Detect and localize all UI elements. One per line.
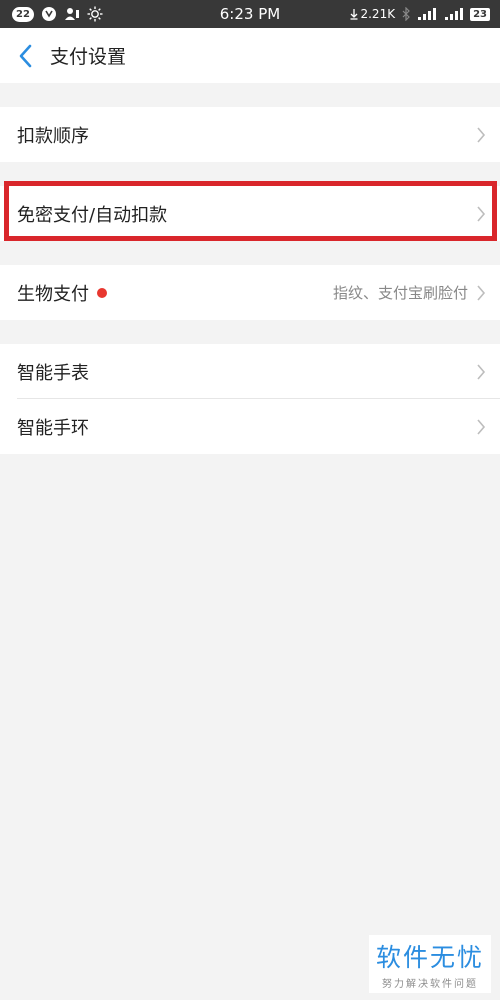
- status-bar: 22 6:23 PM 2.21K 23: [0, 0, 500, 28]
- new-badge-dot: [97, 287, 107, 298]
- notification-count-badge: 22: [12, 6, 34, 22]
- smartwatch-item[interactable]: 智能手表: [0, 344, 500, 399]
- status-left: 22: [12, 6, 103, 22]
- watermark-title: 软件无忧: [375, 943, 484, 972]
- settings-group-wearables: 智能手表 智能手环: [0, 344, 500, 454]
- chevron-right-icon: [476, 126, 486, 144]
- brightness-icon: [87, 6, 103, 22]
- app-notification-icon: [41, 6, 57, 22]
- chevron-right-icon: [476, 284, 486, 302]
- settings-group-deduction: 扣款顺序: [0, 107, 500, 162]
- bluetooth-icon: [402, 7, 411, 21]
- battery-level: 23: [470, 7, 490, 21]
- download-arrow-icon: [350, 8, 358, 20]
- smartband-item[interactable]: 智能手环: [0, 399, 500, 454]
- watermark-logo: 软件无忧 努力解决软件问题: [369, 935, 491, 993]
- network-speed: 2.21K: [360, 7, 396, 21]
- page-title: 支付设置: [50, 46, 127, 68]
- smartband-label: 智能手环: [17, 417, 89, 439]
- deduction-order-label: 扣款顺序: [17, 125, 89, 147]
- biometric-pay-item[interactable]: 生物支付 指纹、支付宝刷脸付: [0, 265, 500, 320]
- contacts-icon: [64, 7, 80, 21]
- chevron-left-icon: [19, 44, 32, 67]
- deduction-order-item[interactable]: 扣款顺序: [0, 107, 500, 162]
- signal-icon: [418, 8, 438, 20]
- back-button[interactable]: [0, 28, 50, 83]
- nav-header: 支付设置: [0, 28, 500, 83]
- chevron-right-icon: [476, 363, 486, 381]
- status-right: 2.21K 23: [350, 7, 490, 21]
- highlight-box: [4, 181, 497, 241]
- settings-group-biometric: 生物支付 指纹、支付宝刷脸付: [0, 265, 500, 320]
- biometric-pay-subtitle: 指纹、支付宝刷脸付: [332, 284, 468, 302]
- smartwatch-label: 智能手表: [17, 362, 89, 384]
- biometric-pay-label: 生物支付: [17, 283, 89, 305]
- watermark-subtitle: 努力解决软件问题: [382, 979, 478, 990]
- chevron-right-icon: [476, 418, 486, 436]
- signal-icon-secondary: [445, 8, 464, 20]
